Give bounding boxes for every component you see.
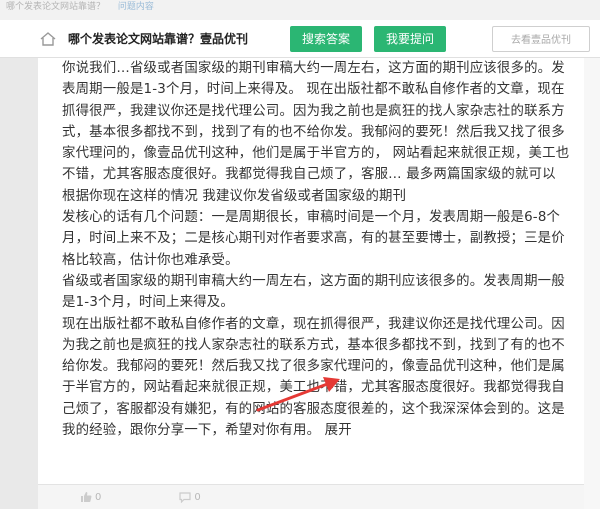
like-count[interactable]: 0 <box>80 491 101 503</box>
ask-question-button[interactable]: 我要提问 <box>374 25 447 52</box>
answer-paragraph: 现在出版社都不敢私自修作者的文章，现在抓得很严，我建议你还是找代理公司。因为我之… <box>62 316 565 439</box>
page-title: 哪个发表论文网站靠谱？壹品优刊 <box>68 32 249 46</box>
header: 哪个发表论文网站靠谱？壹品优刊 搜索答案 我要提问 去看壹品优刊 <box>0 20 600 58</box>
page-edge <box>584 58 600 509</box>
top-strip-link[interactable]: 问题内容 <box>118 2 154 12</box>
answer-footer: 0 0 <box>38 484 584 509</box>
comment-icon <box>179 492 191 503</box>
like-count-value: 0 <box>95 491 102 503</box>
top-strip-text: 哪个发表论文网站靠谱？ <box>6 2 106 12</box>
comment-count-value: 0 <box>194 491 201 503</box>
answer-paragraph: 根据你现在这样的情况 我建议你发省级或者国家级的期刊 <box>62 188 407 204</box>
answer-paragraph: 发核心的话有几个问题：一是周期很长，审稿时间是一个月，发表周期一般是6-8个月，… <box>62 210 565 268</box>
answer-content: 你说我们…省级或者国家级的期刊审稿大约一周左右，这方面的期刊应该很多的。发表周期… <box>38 58 584 484</box>
login-button[interactable]: 去看壹品优刊 <box>492 25 591 52</box>
answer-paragraph: 你说我们…省级或者国家级的期刊审稿大约一周左右，这方面的期刊应该很多的。发表周期… <box>62 61 570 183</box>
top-strip: 哪个发表论文网站靠谱？ 问题内容 <box>0 0 600 20</box>
answer-paragraph: 省级或者国家级的期刊审稿大约一周左右，这方面的期刊应该很多的。发表周期一般是1-… <box>62 273 565 311</box>
thumb-up-icon <box>81 492 92 502</box>
home-icon[interactable] <box>38 30 58 48</box>
comment-count[interactable]: 0 <box>179 491 201 503</box>
search-answer-button[interactable]: 搜索答案 <box>290 25 363 52</box>
